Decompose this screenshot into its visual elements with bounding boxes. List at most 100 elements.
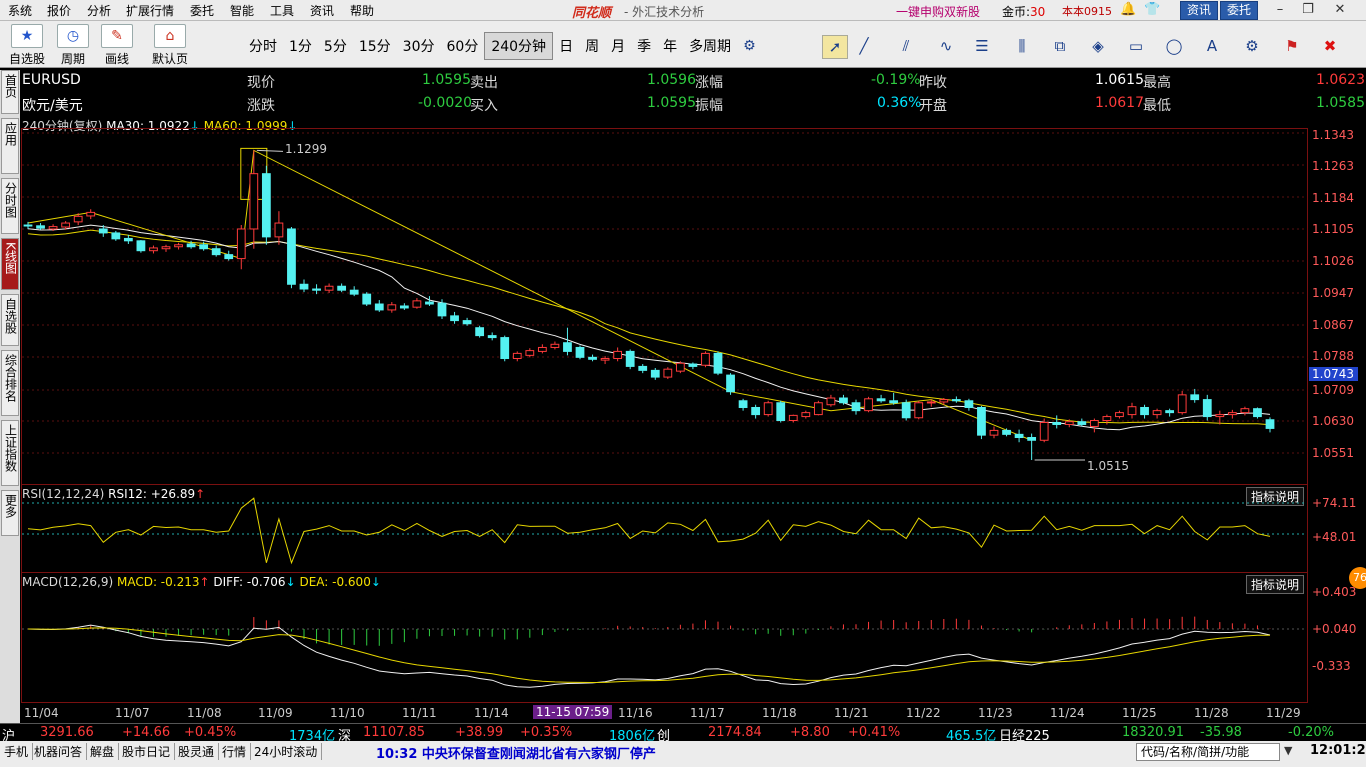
candle-body [726,374,735,393]
date-label: 11/11 [402,706,437,720]
date-label: 11/09 [258,706,293,720]
date-label: 11/21 [834,706,869,720]
grid-lines [22,132,1307,630]
candle-body [1014,433,1024,439]
candle-body [1089,420,1099,427]
candle-body [199,244,209,250]
candle-body [1127,406,1137,416]
date-label: 11/18 [762,706,797,720]
sz-change: +38.99 [455,725,504,740]
rsi-axis-label: +74.11 [1312,496,1357,510]
candle-body [149,247,158,252]
candle-body [437,302,447,317]
candle-body [964,400,974,408]
macd-axis-label: +0.040 [1312,622,1357,636]
rsi12-line [27,497,1271,565]
ma60-line [27,229,1271,426]
candle-body [588,356,597,360]
candle-body [374,303,384,311]
date-label: 11/17 [690,706,725,720]
candle-body [914,402,924,419]
candle-body [563,342,572,352]
macd-dea-line [27,627,1271,684]
low-annotation: 1.0515 [1087,459,1129,473]
date-label: 11/04 [24,706,59,720]
candle-body [575,346,585,358]
date-label: 11/24 [1050,706,1085,720]
candle-body [487,335,497,339]
current-price-tag: 1.0743 [1309,367,1358,381]
candle-body [224,254,234,260]
candle-body [839,397,848,404]
date-crosshair-label: 11-15 07:59 [533,705,613,719]
price-axis-label: 1.0630 [1312,414,1354,428]
search-input[interactable]: 代码/名称/简拼/功能 [1136,743,1280,761]
date-label: 11/16 [618,706,653,720]
price-axis-label: 1.1026 [1312,254,1354,268]
bottom-tab-mobile[interactable]: 手机 [0,743,34,760]
bottom-tab-qa[interactable]: 机器问答 [30,743,88,760]
bottom-tab-market[interactable]: 行情 [218,743,252,760]
candle-body [901,402,911,419]
date-label: 11/14 [474,706,509,720]
candle-body [512,352,522,360]
price-axis-label: 1.1343 [1312,128,1354,142]
notification-badge[interactable]: 76 [1349,567,1366,589]
candle-body [349,289,359,295]
bottom-tab-diary[interactable]: 股市日记 [118,743,176,760]
candle-body [249,173,259,230]
candle-body [324,285,334,291]
candle-body [1265,419,1275,429]
candle-body [826,397,836,406]
sh-value: 3291.66 [40,725,94,740]
sh-change: +14.66 [122,725,171,740]
candle-body [926,401,936,404]
candle-body [98,228,108,234]
candle-body [939,399,949,403]
macd-axis-label: -0.333 [1312,659,1351,673]
bottom-tab-analysis[interactable]: 解盘 [86,743,120,760]
candle-body [550,343,560,348]
high-annotation-leader [256,149,284,152]
candle-body [399,305,409,309]
candle-body [688,363,698,367]
candle-body [625,350,635,367]
macd-axis-label: +0.403 [1312,585,1357,599]
nk-value: 18320.91 [1122,725,1185,740]
sh-pct: +0.45% [184,725,237,740]
candle-body [136,240,146,252]
date-label: 11/25 [1122,706,1157,720]
date-label: 11/08 [187,706,222,720]
ma30-path [27,224,1271,431]
candle-body [337,285,347,291]
candle-body [1102,416,1112,422]
candle-body [475,327,485,337]
candle-body [738,400,748,408]
price-axis-label: 1.0709 [1312,383,1354,397]
candle-body [425,301,434,305]
bottom-tab-stocklink[interactable]: 股灵通 [174,743,220,760]
date-label: 11/07 [115,706,150,720]
candle-body [889,400,899,404]
ma60-path [27,229,1271,426]
price-axis-label: 1.0947 [1312,286,1354,300]
candle-body [1077,421,1087,425]
news-ticker[interactable]: 10:32 中央环保督查刚闻湖北省有六家钢厂停产 [376,743,656,762]
search-dropdown-icon[interactable]: ▼ [1284,744,1292,757]
date-label: 11/28 [1194,706,1229,720]
candle-body [864,398,873,412]
candle-body [638,365,648,371]
candle-body [412,300,422,308]
sz-pct: +0.35% [520,725,573,740]
candle-body [1190,394,1200,401]
bottom-tab-24h[interactable]: 24小时滚动 [250,743,323,760]
candle-body [1165,410,1175,414]
candle-body [462,320,472,325]
kline-chart[interactable] [0,0,1366,767]
index-status-bar: 沪 3291.66 +14.66 +0.45% 1734亿 深 11107.85… [0,723,1366,744]
price-axis-label: 1.0551 [1312,446,1354,460]
candle-body [61,222,71,228]
candle-body [23,224,33,227]
candle-body [123,237,133,242]
candle-body [851,402,861,412]
